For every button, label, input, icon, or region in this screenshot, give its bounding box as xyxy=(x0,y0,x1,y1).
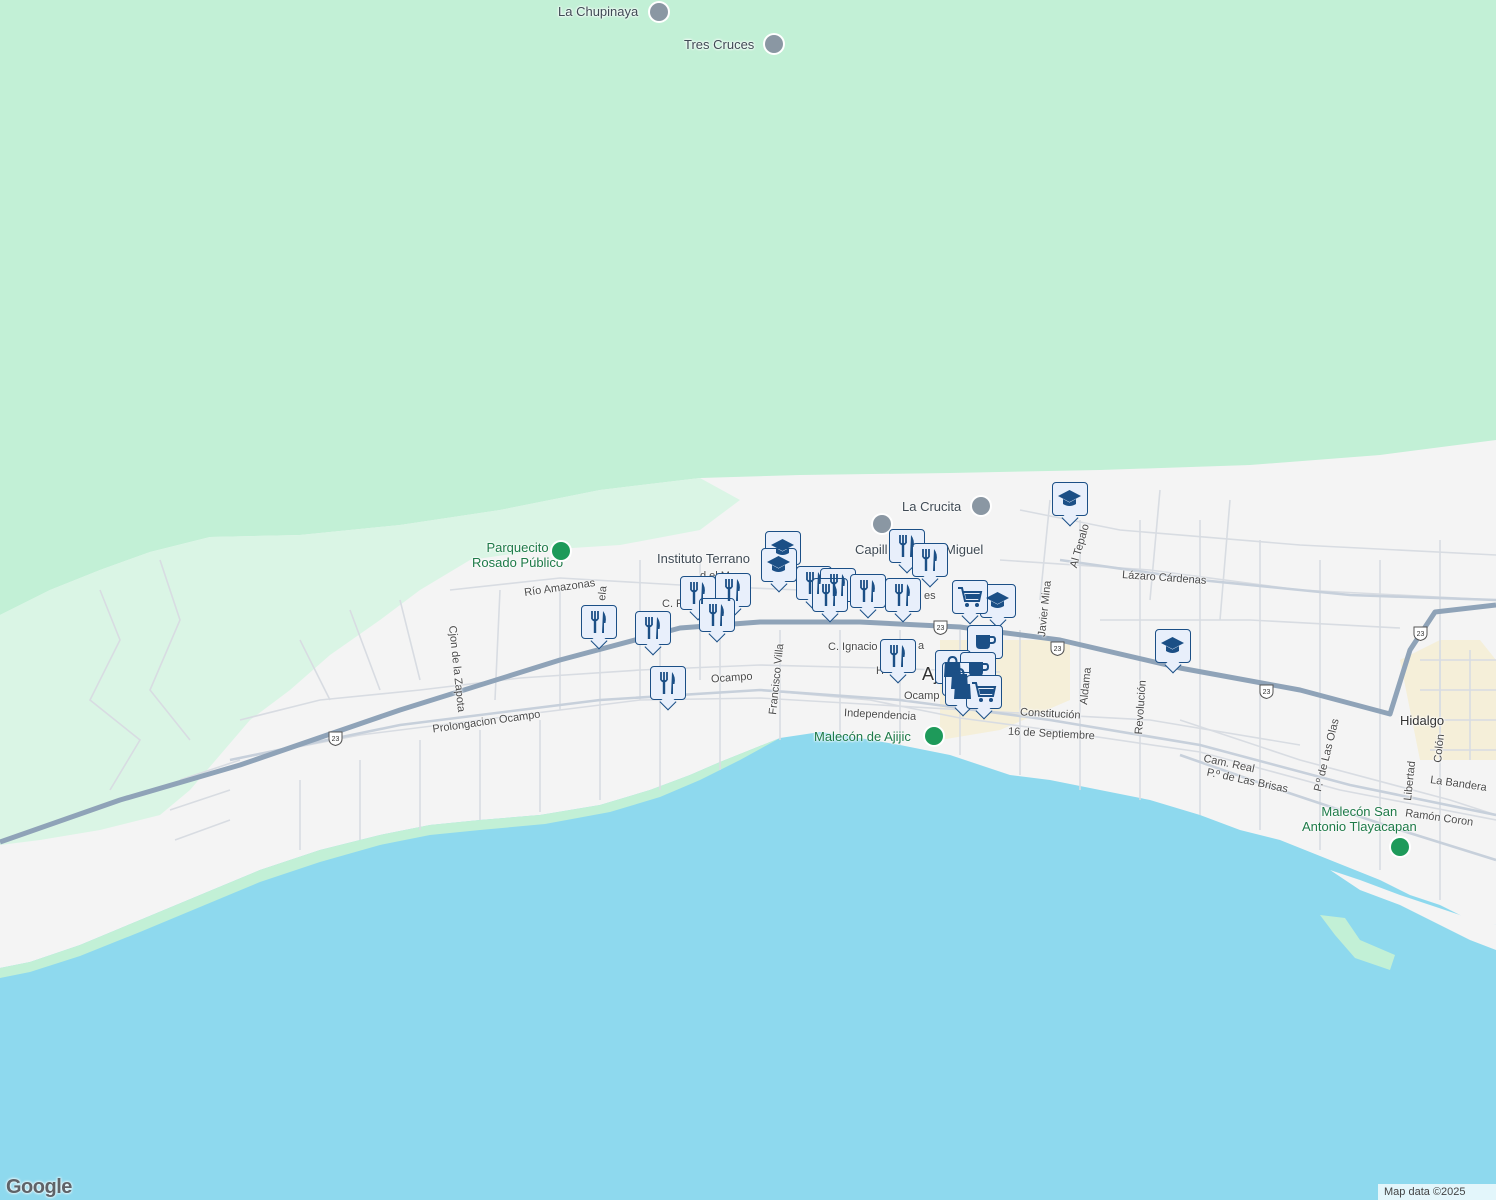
restaurant-icon xyxy=(822,584,837,606)
shopping-cart-icon xyxy=(958,587,983,607)
street-label: es xyxy=(924,590,936,602)
school-icon xyxy=(767,556,790,572)
poi-capilla-label[interactable]: Capill xyxy=(855,542,888,557)
svg-text:23: 23 xyxy=(937,625,945,632)
landmark-icon[interactable] xyxy=(650,3,668,21)
highway-shield: 23 xyxy=(1050,641,1065,656)
highway-shield: 23 xyxy=(1413,626,1428,641)
street-label: ela xyxy=(596,585,610,602)
poi-capilla-label-end[interactable]: Miguel xyxy=(945,542,983,557)
poi-la-chupinaya-label[interactable]: La Chupinaya xyxy=(558,4,638,19)
restaurant-pin[interactable] xyxy=(581,605,617,639)
highway-shield: 23 xyxy=(933,620,948,635)
restaurant-icon xyxy=(660,672,675,694)
park-tree-icon[interactable] xyxy=(1391,838,1409,856)
restaurant-pin[interactable] xyxy=(885,578,921,612)
restaurant-icon xyxy=(860,580,875,602)
svg-text:23: 23 xyxy=(1263,689,1271,696)
restaurant-pin[interactable] xyxy=(850,574,886,608)
landmark-icon[interactable] xyxy=(972,497,990,515)
park-malecon-ajijic-label[interactable]: Malecón de Ajijic xyxy=(814,729,911,744)
street-label: Ocamp xyxy=(904,690,940,702)
google-logo: Google xyxy=(6,1176,72,1198)
restaurant-pin[interactable] xyxy=(635,611,671,645)
poi-tres-cruces-label[interactable]: Tres Cruces xyxy=(684,37,754,52)
poi-instituto-label[interactable]: Instituto Terrano xyxy=(657,551,750,566)
shopping-cart-icon xyxy=(972,682,997,702)
restaurant-icon xyxy=(645,617,660,639)
street-label: C. Ignacio xyxy=(828,641,878,653)
landmark-icon[interactable] xyxy=(873,515,891,533)
restaurant-icon xyxy=(890,645,905,667)
svg-text:23: 23 xyxy=(1417,631,1425,638)
school-pin[interactable] xyxy=(1052,482,1088,516)
restaurant-pin[interactable] xyxy=(699,598,735,632)
poi-la-crucita-label[interactable]: La Crucita xyxy=(902,499,961,514)
restaurant-icon xyxy=(922,549,937,571)
park-tree-icon[interactable] xyxy=(925,727,943,745)
highway-shield: 23 xyxy=(1259,684,1274,699)
school-pin[interactable] xyxy=(1155,629,1191,663)
restaurant-icon xyxy=(591,611,606,633)
park-label-line: Malecón San xyxy=(1321,804,1398,819)
park-tree-icon[interactable] xyxy=(552,542,570,560)
street-label-major: Hidalgo xyxy=(1400,713,1445,728)
highway-shield: 23 xyxy=(328,731,343,746)
map-attribution[interactable]: Map data ©2025 INEGI xyxy=(1378,1184,1496,1200)
landmark-icon[interactable] xyxy=(765,35,783,53)
restaurant-icon xyxy=(895,584,910,606)
school-pin[interactable] xyxy=(761,548,797,582)
restaurant-icon xyxy=(709,604,724,626)
svg-text:23: 23 xyxy=(332,736,340,743)
park-parquecito-label[interactable]: Parquecito Rosado Público xyxy=(472,540,563,570)
svg-text:23: 23 xyxy=(1054,646,1062,653)
map-canvas[interactable]: 23 23 23 23 23 La Chupinaya Tres Cruces … xyxy=(0,0,1496,1200)
school-icon xyxy=(1058,490,1081,506)
park-label-line: Antonio Tlayacapan xyxy=(1302,819,1417,834)
restaurant-pin[interactable] xyxy=(650,666,686,700)
park-label-line: Parquecito xyxy=(486,540,549,555)
street-label: a xyxy=(918,640,925,652)
restaurant-pin[interactable] xyxy=(812,578,848,612)
park-malecon-san-antonio-label[interactable]: Malecón San Antonio Tlayacapan xyxy=(1302,804,1417,834)
restaurant-pin[interactable] xyxy=(880,639,916,673)
school-icon xyxy=(1161,637,1184,653)
shopping-pin[interactable] xyxy=(952,580,988,614)
shopping-pin[interactable] xyxy=(966,675,1002,709)
restaurant-pin[interactable] xyxy=(912,543,948,577)
park-label-line: Rosado Público xyxy=(472,555,564,570)
